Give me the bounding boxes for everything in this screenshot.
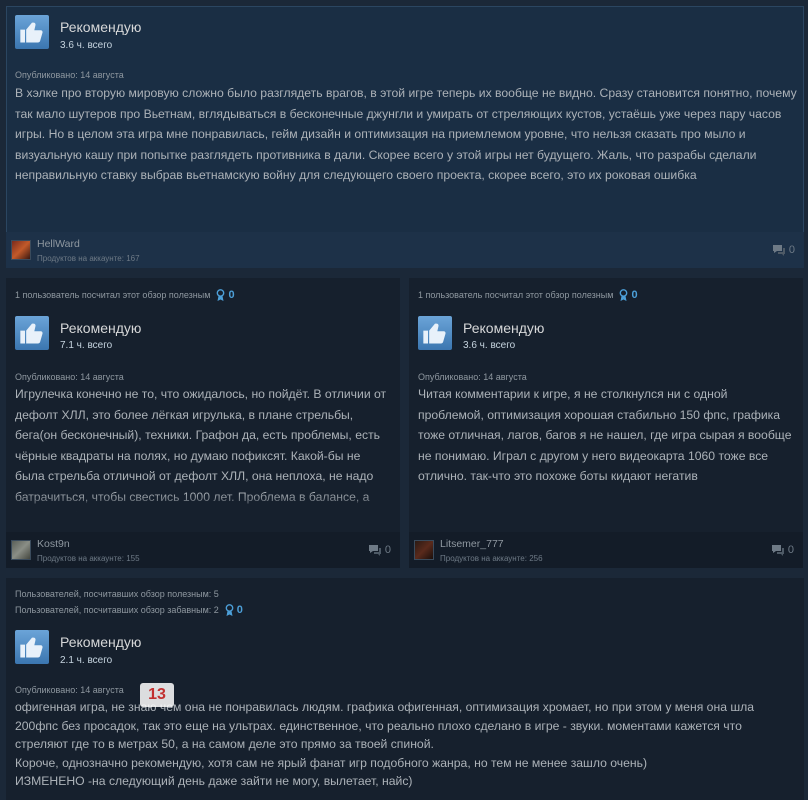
helpful-count: 1 пользователь посчитал этот обзор полез… [15,289,235,301]
award-button[interactable]: 0 [216,289,235,301]
text-fade [6,492,400,514]
recommend-label[interactable]: Рекомендую [60,19,141,35]
recommend-label[interactable]: Рекомендую [60,634,141,650]
comment-icon [771,545,784,556]
award-button[interactable]: 0 [619,289,638,301]
thumbs-up-icon[interactable] [418,316,452,350]
award-icon [620,289,628,301]
comment-icon [772,245,785,256]
review-paragraph: Короче, однозначно рекомендую, хотя сам … [15,755,648,770]
product-count: Продуктов на аккаунте: 167 [37,254,140,263]
funny-count: Пользователей, посчитавших обзор забавны… [15,604,243,616]
playtime: 3.6 ч. всего [463,340,516,351]
review-card-2: 1 пользователь посчитал этот обзор полез… [6,278,400,568]
review-card-3: 1 пользователь посчитал этот обзор полез… [409,278,803,568]
helpful-text: 1 пользователь посчитал этот обзор полез… [15,290,211,300]
comment-count-value: 0 [384,544,391,556]
recommend-label[interactable]: Рекомендую [463,320,544,336]
comment-count[interactable]: 0 [771,544,794,556]
review-footer: Litsemer_777 Продуктов на аккаунте: 256 … [409,532,803,568]
avatar[interactable] [414,540,434,560]
age-badge: 13 [140,683,174,707]
posted-date: Опубликовано: 14 августа [15,372,124,382]
award-icon [225,604,234,616]
posted-date: Опубликовано: 14 августа [418,372,527,382]
product-count: Продуктов на аккаунте: 256 [440,554,543,563]
review-card-1: Рекомендую 3.6 ч. всего Опубликовано: 14… [6,6,804,268]
helpful-count: Пользователей, посчитавших обзор полезны… [15,589,219,599]
award-count: 0 [631,289,638,301]
comment-count[interactable]: 0 [368,544,391,556]
award-icon [217,289,225,301]
comment-count-value: 0 [787,544,794,556]
comment-count[interactable]: 0 [772,244,795,256]
comment-count-value: 0 [788,244,795,256]
review-card-4: Пользователей, посчитавших обзор полезны… [6,578,804,800]
review-text: Читая комментарии к игре, я не столкнулс… [418,387,792,483]
recommend-label[interactable]: Рекомендую [60,320,141,336]
thumbs-up-icon[interactable] [15,15,49,49]
playtime: 2.1 ч. всего [60,655,113,666]
funny-text: Пользователей, посчитавших обзор забавны… [15,605,219,615]
thumbs-up-icon[interactable] [15,316,49,350]
thumbs-up-icon[interactable] [15,630,49,664]
review-paragraph: ИЗМЕНЕНО -на следующий день даже зайти н… [15,774,413,788]
posted-date: Опубликовано: 14 августа [15,685,124,695]
helpful-text: 1 пользователь посчитал этот обзор полез… [418,290,614,300]
product-count: Продуктов на аккаунте: 155 [37,554,140,563]
helpful-count: 1 пользователь посчитал этот обзор полез… [418,289,638,301]
playtime: 7.1 ч. всего [60,340,113,351]
avatar[interactable] [11,240,31,260]
award-count: 0 [228,289,235,301]
review-paragraph: офигенная игра, не знаю чем она не понра… [15,700,755,751]
username[interactable]: Litsemer_777 [440,538,504,550]
award-count: 0 [236,604,243,616]
playtime: 3.6 ч. всего [60,40,113,51]
review-text: офигенная игра, не знаю чем она не понра… [15,698,797,791]
review-text: В хэлке про вторую мировую сложно было р… [15,86,797,182]
award-button[interactable]: 0 [225,604,243,616]
avatar[interactable] [11,540,31,560]
username[interactable]: HellWard [37,238,80,250]
posted-date: Опубликовано: 14 августа [15,70,124,80]
review-footer: HellWard Продуктов на аккаунте: 167 0 [6,232,804,268]
comment-icon [368,545,381,556]
username[interactable]: Kost9n [37,538,70,550]
review-footer: Kost9n Продуктов на аккаунте: 155 0 [6,532,400,568]
